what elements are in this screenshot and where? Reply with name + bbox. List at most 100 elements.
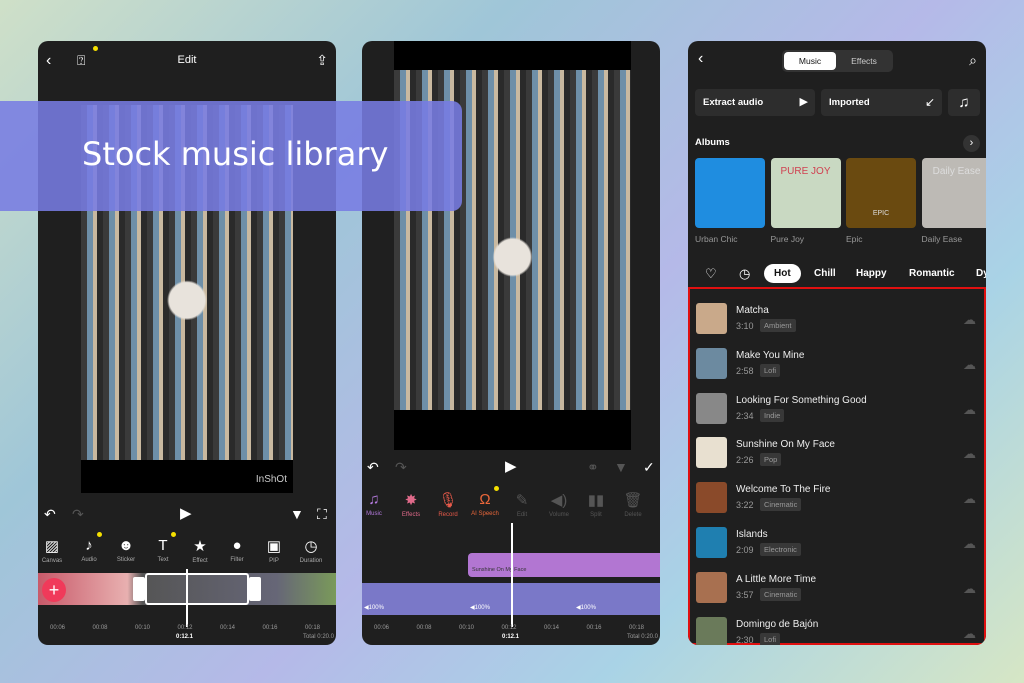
ruler-tick: 00:10 bbox=[459, 625, 475, 631]
keyframe-icon[interactable]: ▼ bbox=[290, 507, 304, 521]
confirm-icon[interactable]: ✓ bbox=[643, 460, 655, 474]
current-time: 0:12.1 bbox=[176, 634, 194, 640]
tool-volume[interactable]: ◀) Volume bbox=[541, 491, 577, 518]
tool-audio[interactable]: ♪ Audio bbox=[71, 537, 107, 563]
undo-icon[interactable]: ↶ bbox=[44, 507, 56, 521]
category-romantic[interactable]: Romantic bbox=[909, 268, 955, 279]
album-cover[interactable]: PURE JOY bbox=[770, 158, 841, 228]
song-duration: 2:30 bbox=[736, 634, 754, 645]
song-item[interactable]: Sunshine On My Face 2:26 Pop ☁ bbox=[696, 437, 982, 482]
imported-button[interactable]: Imported ↙ bbox=[821, 89, 942, 116]
ruler-tick: 00:18 bbox=[305, 625, 321, 631]
play-icon[interactable]: ▶ bbox=[180, 506, 192, 521]
tool-split[interactable]: ▮▮ Split bbox=[578, 491, 614, 518]
selected-clip[interactable] bbox=[145, 573, 249, 605]
video-letterbox: InShOt bbox=[81, 460, 293, 493]
tool-effect[interactable]: ★ Effect bbox=[182, 537, 218, 564]
extract-audio-button[interactable]: Extract audio ▶ bbox=[695, 89, 815, 116]
song-item[interactable]: Make You Mine 2:58 Lofi ☁ bbox=[696, 347, 982, 393]
ruler-tick: 00:14 bbox=[220, 625, 236, 631]
tool-label: Effect bbox=[192, 558, 208, 564]
tool-label: Effects bbox=[401, 512, 421, 518]
edit-icon: ✎ bbox=[515, 492, 529, 509]
audio-clip[interactable]: Sunshine On My Face bbox=[468, 553, 660, 577]
tab-music[interactable]: Music bbox=[784, 52, 836, 70]
download-cloud-icon[interactable]: ☁ bbox=[963, 491, 976, 507]
song-item[interactable]: Matcha 3:10 Ambient ☁ bbox=[696, 303, 982, 348]
album-title[interactable]: Urban Chic bbox=[695, 234, 738, 244]
download-cloud-icon[interactable]: ☁ bbox=[963, 357, 976, 373]
playhead[interactable] bbox=[186, 569, 188, 627]
filter-icon: ● bbox=[232, 537, 242, 554]
category-happy[interactable]: Happy bbox=[856, 268, 887, 279]
song-item[interactable]: Islands 2:09 Electronic ☁ bbox=[696, 527, 982, 572]
song-item[interactable]: Domingo de Bajón 2:30 Lofi ☁ bbox=[696, 616, 982, 645]
download-cloud-icon[interactable]: ☁ bbox=[963, 446, 976, 462]
song-title: Make You Mine bbox=[736, 349, 805, 361]
tool-sticker[interactable]: ☻ Sticker bbox=[108, 537, 144, 563]
song-item[interactable]: Welcome To The Fire 3:22 Cinematic ☁ bbox=[696, 482, 982, 527]
play-icon[interactable]: ▶ bbox=[505, 459, 517, 474]
trim-handle-left[interactable] bbox=[133, 577, 145, 601]
keyframe-icon[interactable]: ▼ bbox=[614, 460, 628, 474]
favorites-icon[interactable]: ♡ bbox=[705, 266, 717, 282]
album-cover[interactable]: Daily Ease bbox=[921, 158, 986, 228]
back-icon[interactable]: ‹ bbox=[698, 51, 703, 67]
audio-icon: ♪ bbox=[85, 537, 93, 554]
split-icon: ▮▮ bbox=[587, 492, 605, 509]
search-icon[interactable]: ⌕ bbox=[969, 53, 977, 67]
category-hot[interactable]: Hot bbox=[764, 264, 801, 283]
album-cover[interactable] bbox=[695, 158, 765, 228]
tab-effects[interactable]: Effects bbox=[838, 52, 890, 70]
duration-icon: ◷ bbox=[304, 538, 318, 555]
link-icon[interactable]: ⚭ bbox=[587, 460, 599, 474]
download-cloud-icon[interactable]: ☁ bbox=[963, 312, 976, 328]
album-cover[interactable]: EPIC bbox=[846, 158, 916, 228]
tool-delete[interactable]: 🗑 Delete bbox=[615, 491, 651, 518]
tool-ai-speech[interactable]: Ω AI Speech bbox=[467, 491, 503, 517]
ruler-tick: 00:12 bbox=[501, 625, 517, 631]
add-clip-button[interactable]: + bbox=[42, 578, 66, 602]
album-title[interactable]: Daily Ease bbox=[922, 234, 963, 244]
tool-canvas[interactable]: ▨ Canvas bbox=[38, 537, 70, 564]
download-cloud-icon[interactable]: ☁ bbox=[963, 536, 976, 552]
song-item[interactable]: Looking For Something Good 2:34 Indie ☁ bbox=[696, 392, 982, 438]
category-dy[interactable]: Dy bbox=[976, 268, 986, 279]
ai-speech-badge bbox=[494, 486, 499, 491]
tool-music[interactable]: ♫ Music bbox=[362, 491, 392, 517]
album-title[interactable]: Pure Joy bbox=[771, 234, 805, 244]
tab-switcher: Music Effects bbox=[782, 50, 893, 72]
tool-record[interactable]: 🎙 Record bbox=[430, 491, 466, 518]
tool-pip[interactable]: ▣ PIP bbox=[256, 537, 292, 564]
redo-icon[interactable]: ↷ bbox=[395, 460, 407, 474]
album-title[interactable]: Epic bbox=[846, 234, 863, 244]
tool-label: Music bbox=[366, 511, 382, 517]
ruler-tick: 00:06 bbox=[374, 625, 390, 631]
playhead[interactable] bbox=[511, 523, 513, 627]
my-music-button[interactable]: ♫ bbox=[948, 89, 980, 116]
tool-edit[interactable]: ✎ Edit bbox=[504, 491, 540, 518]
download-cloud-icon[interactable]: ☁ bbox=[963, 626, 976, 642]
trim-handle-right[interactable] bbox=[249, 577, 261, 601]
canvas-icon: ▨ bbox=[44, 538, 60, 555]
current-time: 0:12.1 bbox=[502, 634, 520, 640]
redo-icon[interactable]: ↷ bbox=[72, 507, 84, 521]
albums-more-button[interactable]: › bbox=[963, 135, 980, 152]
tool-text[interactable]: T Text bbox=[145, 537, 181, 563]
download-cloud-icon[interactable]: ☁ bbox=[963, 402, 976, 418]
fullscreen-icon[interactable]: ⛶ bbox=[317, 507, 327, 521]
song-item[interactable]: A Little More Time 3:57 Cinematic ☁ bbox=[696, 571, 982, 617]
category-chill[interactable]: Chill bbox=[814, 268, 836, 279]
ruler-tick: 00:16 bbox=[586, 625, 602, 631]
song-title: Welcome To The Fire bbox=[736, 484, 831, 496]
download-cloud-icon[interactable]: ☁ bbox=[963, 581, 976, 597]
tool-filter[interactable]: ● Filter bbox=[219, 537, 255, 563]
history-icon[interactable]: ◷ bbox=[739, 266, 750, 282]
ruler-tick: 00:06 bbox=[50, 625, 66, 631]
tool-duration[interactable]: ◷ Duration bbox=[293, 537, 329, 564]
sticker-icon: ☻ bbox=[118, 537, 134, 554]
tool-effects[interactable]: ✸ Effects bbox=[393, 491, 429, 518]
watermark[interactable]: InShOt bbox=[256, 474, 287, 485]
share-icon[interactable]: ⇪ bbox=[316, 53, 328, 67]
undo-icon[interactable]: ↶ bbox=[367, 460, 379, 474]
